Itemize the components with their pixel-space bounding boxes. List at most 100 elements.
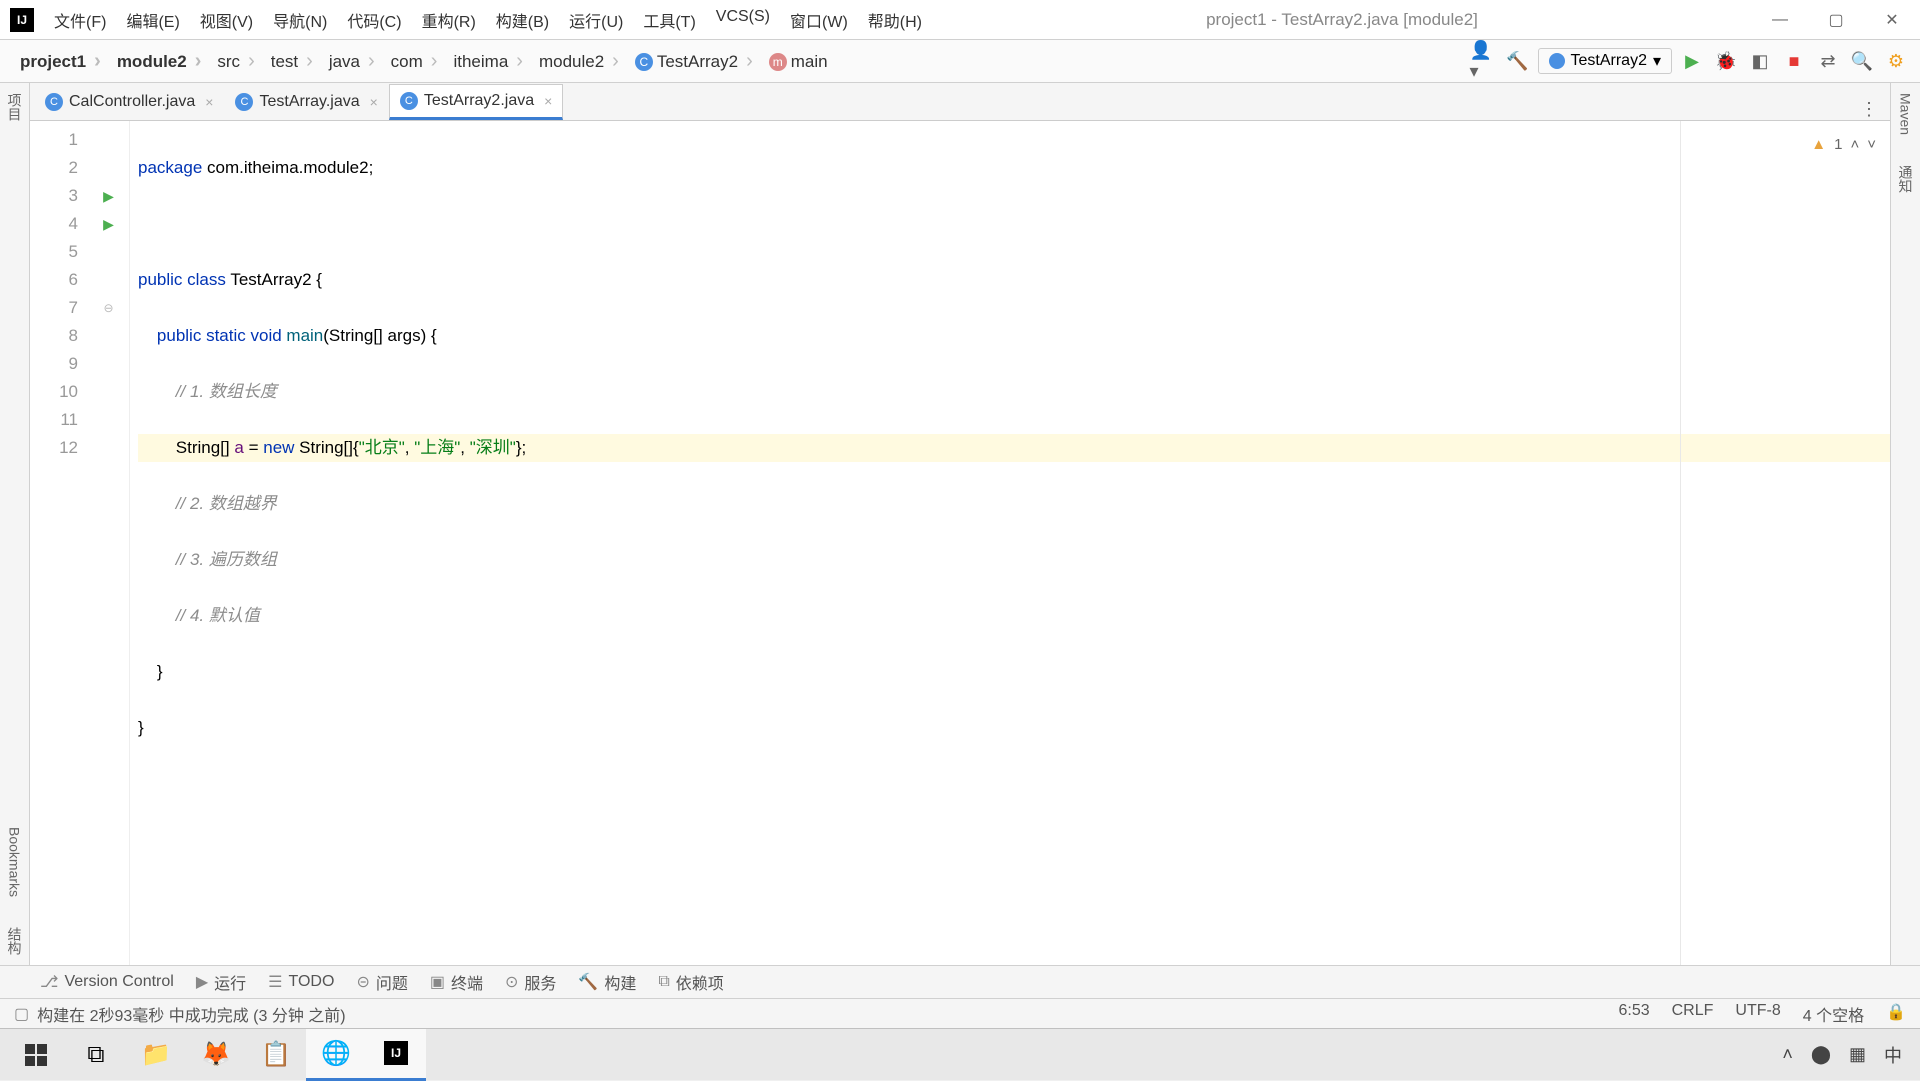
right-margin-line: [1680, 121, 1681, 965]
translate-icon[interactable]: ⇄: [1814, 47, 1842, 75]
start-button[interactable]: [6, 1029, 66, 1081]
menu-navigate[interactable]: 导航(N): [263, 8, 337, 32]
tab-close-icon[interactable]: ×: [205, 94, 213, 110]
chevron-down-icon: ▾: [1653, 51, 1661, 71]
task-view-button[interactable]: ⧉: [66, 1029, 126, 1081]
crumb-method[interactable]: mmain: [761, 46, 844, 77]
next-highlight-icon[interactable]: ˅: [1867, 131, 1876, 159]
run-configuration[interactable]: TestArray2 ▾: [1538, 48, 1673, 74]
menu-refactor[interactable]: 重构(R): [412, 8, 486, 32]
title-bar: IJ 文件(F) 编辑(E) 视图(V) 导航(N) 代码(C) 重构(R) 构…: [0, 0, 1920, 40]
run-gutter-icon[interactable]: ▶: [103, 188, 114, 205]
menu-code[interactable]: 代码(C): [337, 8, 411, 32]
crumb-module[interactable]: module2: [109, 46, 210, 77]
inspection-widget[interactable]: ▲ 1 ˄ ˅: [1811, 131, 1876, 159]
code-content[interactable]: package com.itheima.module2; public clas…: [130, 121, 1890, 965]
task-edge[interactable]: 🌐: [306, 1029, 366, 1081]
menu-help[interactable]: 帮助(H): [858, 8, 932, 32]
main-menu: 文件(F) 编辑(E) 视图(V) 导航(N) 代码(C) 重构(R) 构建(B…: [44, 8, 932, 32]
crumb-class[interactable]: CTestArray2: [627, 46, 761, 77]
tab-calcontroller[interactable]: C CalController.java ×: [34, 84, 224, 120]
task-explorer[interactable]: 📁: [126, 1029, 186, 1081]
method-icon: m: [769, 53, 787, 71]
warning-count: 1: [1834, 131, 1842, 159]
editor-more-icon[interactable]: ⋮: [1860, 99, 1890, 120]
crumb-class-label: TestArray2: [657, 52, 738, 71]
navigation-bar: project1 module2 src test java com ithei…: [0, 40, 1920, 83]
stop-button[interactable]: ■: [1780, 47, 1808, 75]
tool-structure[interactable]: 结构: [5, 927, 25, 955]
tab-testarray2[interactable]: C TestArray2.java ×: [389, 84, 563, 120]
crumb-itheima[interactable]: itheima: [445, 46, 530, 77]
tool-notifications[interactable]: 通知: [1896, 165, 1916, 193]
coverage-button[interactable]: ◧: [1746, 47, 1774, 75]
gutter: ▶ ▶ ⊖: [88, 121, 130, 965]
menu-build[interactable]: 构建(B): [486, 8, 559, 32]
breadcrumb: project1 module2 src test java com ithei…: [0, 46, 844, 77]
indent-label[interactable]: 4 个空格: [1803, 1002, 1864, 1026]
code-editor[interactable]: 123 456 789 101112 ▶ ▶ ⊖ package com.ith…: [30, 121, 1890, 965]
run-button[interactable]: ▶: [1678, 47, 1706, 75]
tray-chevron-icon[interactable]: ˄: [1782, 1044, 1793, 1065]
crumb-src[interactable]: src: [209, 46, 262, 77]
menu-run[interactable]: 运行(U): [559, 8, 633, 32]
class-icon: C: [400, 92, 418, 110]
crumb-java[interactable]: java: [321, 46, 383, 77]
task-firefox[interactable]: 🦊: [186, 1029, 246, 1081]
user-icon[interactable]: 👤▾: [1470, 47, 1498, 75]
prev-highlight-icon[interactable]: ˄: [1850, 131, 1859, 159]
windows-taskbar: ⧉ 📁 🦊 📋 🌐 IJ ˄ ⬤ ▦ 中: [0, 1028, 1920, 1080]
task-office[interactable]: 📋: [246, 1029, 306, 1081]
tray-grid-icon[interactable]: ▦: [1849, 1044, 1866, 1065]
btab-problems[interactable]: ⊝问题: [356, 970, 407, 994]
right-tool-strip: Maven 通知: [1890, 83, 1920, 965]
tool-project[interactable]: 项目: [5, 93, 25, 121]
file-encoding[interactable]: UTF-8: [1735, 1002, 1780, 1026]
btab-dependencies[interactable]: ⧉依赖项: [658, 970, 723, 994]
tray-ime[interactable]: 中: [1884, 1042, 1902, 1068]
menu-window[interactable]: 窗口(W): [780, 8, 858, 32]
status-icon[interactable]: ▢: [14, 1004, 29, 1024]
btab-build[interactable]: 🔨构建: [578, 970, 636, 994]
tool-maven[interactable]: Maven: [1898, 93, 1914, 135]
line-separator[interactable]: CRLF: [1672, 1002, 1714, 1026]
tool-bookmarks[interactable]: Bookmarks: [7, 827, 23, 897]
toolbar-right: 👤▾ 🔨 TestArray2 ▾ ▶ 🐞 ◧ ■ ⇄ 🔍 ⚙: [1470, 47, 1920, 75]
menu-vcs[interactable]: VCS(S): [706, 8, 780, 32]
menu-file[interactable]: 文件(F): [44, 8, 116, 32]
crumb-project[interactable]: project1: [12, 46, 109, 77]
debug-button[interactable]: 🐞: [1712, 47, 1740, 75]
tray-app-icon[interactable]: ⬤: [1811, 1044, 1831, 1065]
tab-testarray[interactable]: C TestArray.java ×: [224, 84, 388, 120]
menu-view[interactable]: 视图(V): [190, 8, 263, 32]
btab-terminal[interactable]: ▣终端: [430, 970, 483, 994]
tab-label: TestArray.java: [259, 93, 359, 111]
lock-icon[interactable]: 🔒: [1886, 1002, 1906, 1026]
task-intellij[interactable]: IJ: [366, 1029, 426, 1081]
btab-services[interactable]: ⊙服务: [505, 970, 556, 994]
search-icon[interactable]: 🔍: [1848, 47, 1876, 75]
tab-close-icon[interactable]: ×: [370, 94, 378, 110]
run-gutter-icon[interactable]: ▶: [103, 216, 114, 233]
btab-run[interactable]: ▶运行: [196, 970, 246, 994]
crumb-test[interactable]: test: [263, 46, 321, 77]
window-title: project1 - TestArray2.java [module2]: [932, 10, 1752, 30]
system-tray: ˄ ⬤ ▦ 中: [1782, 1042, 1914, 1068]
settings-icon[interactable]: ⚙: [1882, 47, 1910, 75]
fold-icon[interactable]: ⊖: [103, 301, 113, 315]
run-config-icon: [1549, 53, 1565, 69]
btab-vcs[interactable]: ⎇Version Control: [40, 972, 174, 992]
tab-label: CalController.java: [69, 93, 195, 111]
class-icon: C: [235, 93, 253, 111]
caret-position[interactable]: 6:53: [1618, 1002, 1649, 1026]
tab-close-icon[interactable]: ×: [544, 93, 552, 109]
crumb-module2[interactable]: module2: [531, 46, 627, 77]
build-icon[interactable]: 🔨: [1504, 47, 1532, 75]
close-button[interactable]: ✕: [1864, 0, 1920, 40]
crumb-com[interactable]: com: [383, 46, 446, 77]
btab-todo[interactable]: ☰TODO: [268, 972, 334, 992]
menu-tools[interactable]: 工具(T): [633, 8, 705, 32]
maximize-button[interactable]: ▢: [1808, 0, 1864, 40]
minimize-button[interactable]: —: [1752, 0, 1808, 40]
menu-edit[interactable]: 编辑(E): [116, 8, 189, 32]
